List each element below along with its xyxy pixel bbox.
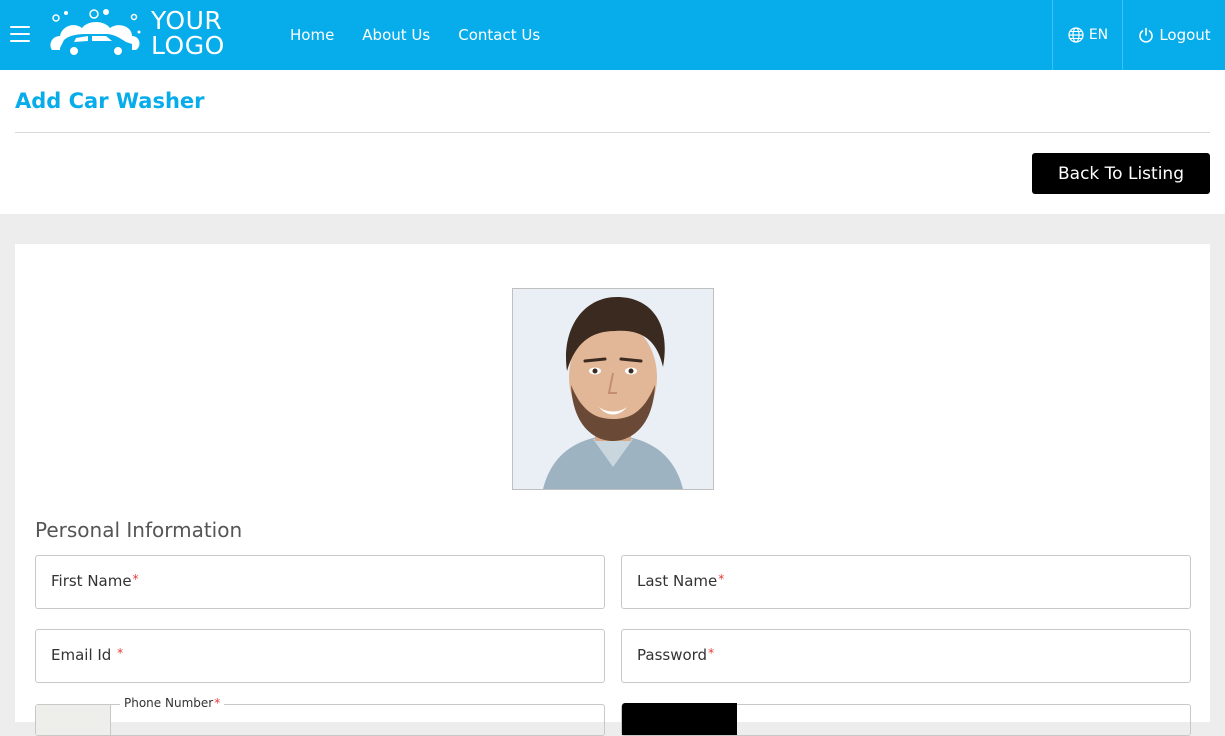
logo-line-2: LOGO xyxy=(151,31,225,60)
logout-label: Logout xyxy=(1159,26,1211,44)
form-card: Personal Information First Name* Last Na… xyxy=(15,244,1210,736)
page-title: Add Car Washer xyxy=(15,89,205,113)
first-name-field[interactable]: First Name* xyxy=(35,555,605,609)
power-icon xyxy=(1139,27,1154,43)
section-title: Personal Information xyxy=(35,518,243,542)
last-name-label: Last Name* xyxy=(637,572,725,590)
nav-contact-us[interactable]: Contact Us xyxy=(458,26,540,44)
first-name-label: First Name* xyxy=(51,572,139,590)
top-navbar: YOUR LOGO Home About Us Contact Us EN Lo… xyxy=(0,0,1225,70)
password-field[interactable]: Password* xyxy=(621,629,1191,683)
language-selector[interactable]: EN xyxy=(1052,0,1123,70)
profile-photo[interactable] xyxy=(512,288,714,490)
email-label: Email Id * xyxy=(51,646,124,664)
logout-button[interactable]: Logout xyxy=(1122,0,1225,70)
main-nav: Home About Us Contact Us xyxy=(290,0,568,70)
globe-icon xyxy=(1068,27,1084,43)
page-header: Add Car Washer Back To Listing xyxy=(0,70,1225,214)
nav-about-us[interactable]: About Us xyxy=(362,26,430,44)
hamburger-menu-icon[interactable] xyxy=(10,26,30,42)
field-prefix-block[interactable] xyxy=(622,703,737,735)
last-name-field[interactable]: Last Name* xyxy=(621,555,1191,609)
phone-number-field[interactable]: Phone Number* xyxy=(35,696,605,736)
password-label: Password* xyxy=(637,646,715,664)
logo-line-1: YOUR xyxy=(151,6,223,35)
logo-text: YOUR LOGO xyxy=(151,8,225,58)
phone-number-label: Phone Number* xyxy=(120,696,225,710)
country-code-selector[interactable] xyxy=(36,705,111,735)
car-wash-logo-icon xyxy=(50,9,141,57)
back-to-listing-button[interactable]: Back To Listing xyxy=(1032,153,1210,194)
email-field[interactable]: Email Id * xyxy=(35,629,605,683)
right-bottom-field[interactable] xyxy=(621,703,1191,736)
person-photo-icon xyxy=(513,289,713,489)
nav-home[interactable]: Home xyxy=(290,26,334,44)
logo[interactable]: YOUR LOGO xyxy=(46,8,236,62)
divider xyxy=(15,132,1210,133)
language-label: EN xyxy=(1088,27,1109,43)
